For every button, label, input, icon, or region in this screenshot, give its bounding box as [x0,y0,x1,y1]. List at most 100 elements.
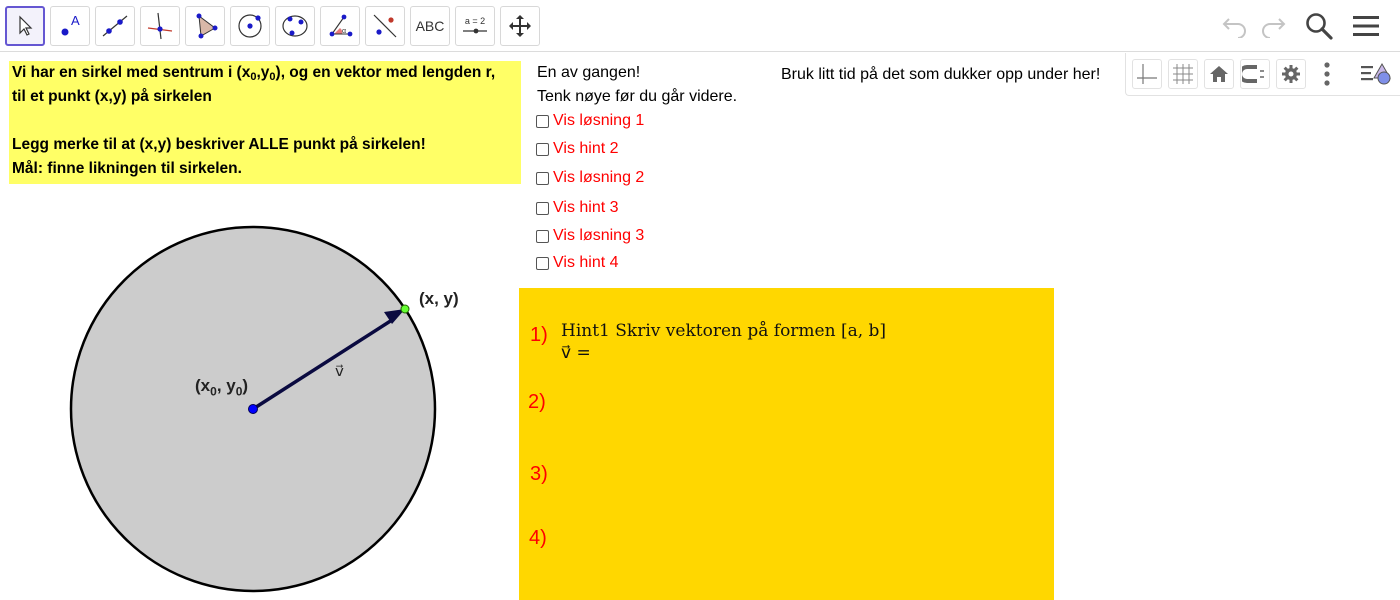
home-icon [1210,66,1228,82]
intro-line-4: Mål: finne likningen til sirkelen. [12,160,242,177]
checkbox-label[interactable]: Vis hint 4 [553,254,619,272]
checkbox-label[interactable]: Vis løsning 2 [553,169,644,187]
move-graphics-view-tool-button[interactable] [500,6,540,46]
intro-line-1-part-a: Vi har en sirkel med sentrum i (x [12,64,251,81]
toolbar: A α ABC a = 2 [0,0,1400,52]
checkbox-box[interactable] [536,114,549,128]
hint-1-line-1: Hint1 Skriv vektoren på formen [a, b] [561,321,887,341]
checkbox-label[interactable]: Vis hint 3 [553,199,619,217]
toggle-grid-button[interactable] [1168,59,1198,89]
grid-icon [1173,64,1193,84]
slider-icon-label: a = 2 [465,16,485,26]
polygon-tool-button[interactable] [185,6,225,46]
intro-line-1-part-c: ), og en vektor med lengden r, [275,64,496,81]
circle-three-points-icon [282,15,308,37]
step-number-2: 2) [528,391,546,413]
vector-label: v⃗ [335,362,344,380]
more-options-button[interactable] [1312,59,1342,89]
center-point-label: (x0, y0) [195,376,248,398]
line-tool-button[interactable] [95,6,135,46]
svg-text:α: α [342,28,346,35]
answer-panel: 1) 2) 3) 4) Hint1 Skriv vektoren på form… [519,288,1054,600]
reflect-icon [373,14,397,38]
move-arrow-icon [19,15,33,36]
graphics-style-bar [1125,53,1400,96]
step-number-1: 1) [530,324,548,346]
circle-center-icon [238,14,262,38]
gear-icon [1282,65,1300,83]
move-graphics-view-icon [509,15,531,37]
step-number-3: 3) [530,463,548,485]
circle-center-tool-button[interactable] [230,6,270,46]
search-button[interactable] [1301,8,1337,44]
checkbox-vis-hint-2[interactable]: Vis hint 2 [536,140,619,158]
undo-button[interactable] [1217,8,1253,44]
intro-line-2: til et punkt (x,y) på sirkelen [12,88,212,105]
perpendicular-line-tool-button[interactable] [140,6,180,46]
slider-icon: a = 2 [463,16,487,34]
toggle-axes-button[interactable] [1132,59,1162,89]
circle-three-points-tool-button[interactable] [275,6,315,46]
circle-point[interactable] [400,304,410,314]
angle-tool-button[interactable]: α [320,6,360,46]
center-point[interactable] [248,404,258,414]
center-label-sub-1: 0 [210,384,217,399]
intro-line-1-part-b: ,y [256,64,270,81]
menu-button[interactable] [1348,8,1384,44]
search-icon [1306,13,1333,40]
center-label-part-c: ) [242,376,249,395]
text-icon: ABC [415,18,445,34]
magnet-icon [1242,65,1264,83]
perpendicular-line-icon [147,12,173,40]
algebra-view-toggle-button[interactable] [1358,59,1396,89]
instruction-line-1: En av gangen! [537,64,641,81]
circle-point-label: (x, y) [419,289,459,308]
checkbox-box[interactable] [536,142,549,156]
intro-line-3: Legg merke til at (x,y) beskriver ALLE p… [12,136,426,153]
algebra-view-icon [1361,62,1391,85]
checkbox-vis-losning-2[interactable]: Vis løsning 2 [536,169,644,187]
line-icon [102,15,128,37]
checkbox-label[interactable]: Vis løsning 1 [553,112,644,130]
redo-icon [1262,18,1286,38]
intro-spacer [12,109,521,133]
hint-1-line-2: v⃗ = [561,343,591,363]
checkbox-box[interactable] [536,201,549,215]
undo-icon [1222,18,1246,38]
point-tool-button[interactable]: A [50,6,90,46]
intro-line-1: Vi har en sirkel med sentrum i (x0,y0), … [12,61,521,85]
svg-text:A: A [71,13,80,28]
checkbox-label[interactable]: Vis hint 2 [553,140,619,158]
menu-icon [1353,16,1379,36]
more-vertical-icon [1324,62,1330,86]
hint-1-text: Hint1 Skriv vektoren på formen [a, b] v⃗… [561,320,886,364]
center-label-part-b: , y [216,376,236,395]
slider-tool-button[interactable]: a = 2 [455,6,495,46]
reflect-tool-button[interactable] [365,6,405,46]
move-tool-button[interactable] [5,6,45,46]
step-number-4: 4) [529,527,547,549]
checkbox-vis-hint-3[interactable]: Vis hint 3 [536,199,619,217]
checkbox-vis-losning-3[interactable]: Vis løsning 3 [536,227,644,245]
point-capturing-button[interactable] [1240,59,1270,89]
checkbox-box[interactable] [536,171,549,185]
angle-icon: α [329,14,353,37]
center-label-part-a: (x [195,376,211,395]
checkbox-vis-losning-1[interactable]: Vis løsning 1 [536,112,644,130]
polygon-icon [196,13,218,39]
graphics-view[interactable]: (x0, y0) (x, y) v⃗ [0,190,520,600]
note-text: Bruk litt tid på det som dukker opp unde… [781,66,1101,83]
redo-button[interactable] [1255,8,1291,44]
settings-button[interactable] [1276,59,1306,89]
point-icon: A [61,13,80,36]
checkbox-box[interactable] [536,229,549,243]
standard-view-button[interactable] [1204,59,1234,89]
text-tool-button[interactable]: ABC [410,6,450,46]
checkbox-box[interactable] [536,256,549,270]
intro-text-box: Vi har en sirkel med sentrum i (x0,y0), … [9,61,521,184]
checkbox-label[interactable]: Vis løsning 3 [553,227,644,245]
instruction-line-2: Tenk nøye før du går videre. [537,88,738,105]
checkbox-vis-hint-4[interactable]: Vis hint 4 [536,254,619,272]
graphics-canvas[interactable] [0,190,520,600]
axes-icon [1137,64,1157,84]
